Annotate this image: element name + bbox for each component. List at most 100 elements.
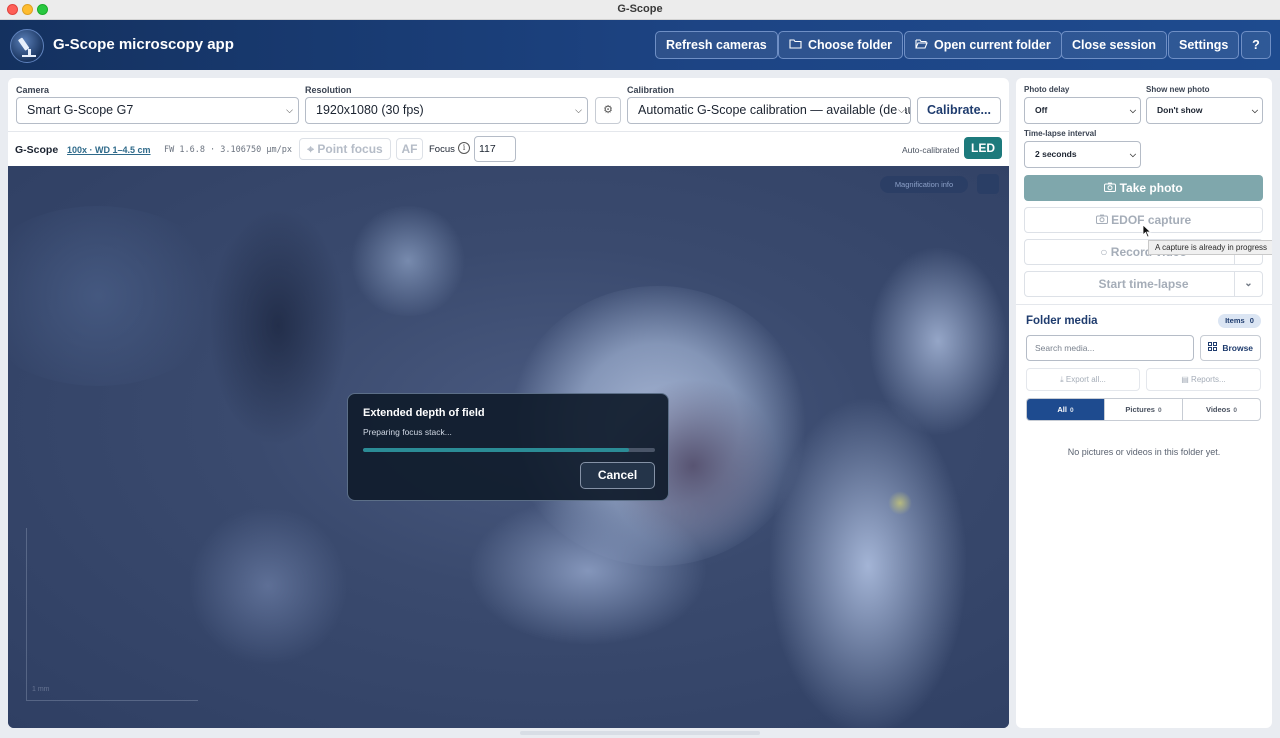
reports-button[interactable]: ▤ Reports... bbox=[1146, 368, 1261, 391]
show-new-photo-select[interactable]: Don't show ⌵ bbox=[1146, 97, 1263, 124]
timelapse-interval-label: Time-lapse interval bbox=[1024, 129, 1097, 138]
camera-icon bbox=[1095, 213, 1111, 227]
photo-delay-label: Photo delay bbox=[1024, 85, 1070, 94]
export-all-label: Export all... bbox=[1065, 375, 1106, 384]
help-label: ? bbox=[1252, 38, 1260, 52]
specimen-blur bbox=[208, 206, 348, 446]
close-session-button[interactable]: Close session bbox=[1061, 31, 1168, 59]
edof-progress-dialog: Extended depth of field Preparing focus … bbox=[347, 393, 669, 501]
tab-count: 0 bbox=[1233, 407, 1238, 414]
refresh-cameras-button[interactable]: Refresh cameras bbox=[655, 31, 778, 59]
tab-label: Videos bbox=[1205, 405, 1231, 414]
camera-live-view[interactable]: Magnification info 1 mm Extended depth o… bbox=[8, 166, 1009, 728]
start-timelapse-button[interactable]: Start time-lapse ⌄ bbox=[1024, 271, 1263, 297]
crosshair-icon: ⌖ bbox=[307, 142, 315, 156]
calibration-select[interactable]: Automatic G-Scope calibration — availabl… bbox=[627, 97, 911, 124]
record-circle-icon: ○ bbox=[1100, 245, 1108, 259]
info-icon[interactable]: i bbox=[458, 142, 470, 154]
gear-icon: ⚙ bbox=[603, 104, 613, 116]
browse-label: Browse bbox=[1222, 343, 1254, 353]
camera-select[interactable]: Smart G-Scope G7 ⌵ bbox=[16, 97, 299, 124]
app-header: G-Scope microscopy app Refresh cameras C… bbox=[0, 20, 1280, 70]
timelapse-options-button[interactable]: ⌄ bbox=[1234, 272, 1262, 296]
calibration-select-value: Automatic G-Scope calibration — availabl… bbox=[638, 103, 911, 117]
close-session-label: Close session bbox=[1072, 38, 1157, 52]
led-toggle-button[interactable]: LED bbox=[964, 137, 1002, 159]
resolution-settings-button[interactable]: ⚙ bbox=[595, 97, 621, 124]
focus-label: Focus bbox=[429, 144, 455, 155]
help-button[interactable]: ? bbox=[1241, 31, 1271, 59]
specimen-blur bbox=[468, 496, 708, 646]
cancel-button[interactable]: Cancel bbox=[580, 462, 655, 489]
grid-icon bbox=[1207, 342, 1219, 353]
chevron-down-icon: ⌵ bbox=[286, 105, 293, 115]
autofocus-button[interactable]: AF bbox=[396, 138, 423, 160]
camera-icon bbox=[1104, 181, 1119, 195]
folder-media-title: Folder media bbox=[1026, 315, 1098, 327]
tab-pictures[interactable]: Pictures 0 bbox=[1104, 399, 1182, 420]
take-photo-button[interactable]: Take photo bbox=[1024, 175, 1263, 201]
items-count-badge: Items 0 bbox=[1218, 314, 1261, 328]
show-new-photo-label: Show new photo bbox=[1146, 85, 1210, 94]
window-title: G-Scope bbox=[617, 3, 663, 15]
tab-videos[interactable]: Videos 0 bbox=[1182, 399, 1260, 420]
scale-bar-vertical bbox=[26, 528, 27, 700]
take-photo-label: Take photo bbox=[1119, 181, 1183, 195]
items-label: Items bbox=[1225, 316, 1245, 325]
settings-button[interactable]: Settings bbox=[1168, 31, 1240, 59]
export-all-button[interactable]: ⤓ Export all... bbox=[1026, 368, 1140, 391]
photo-delay-select[interactable]: Off ⌵ bbox=[1024, 97, 1141, 124]
chevron-down-icon: ⌵ bbox=[1129, 106, 1136, 115]
timelapse-interval-select[interactable]: 2 seconds ⌵ bbox=[1024, 141, 1141, 168]
bottom-scroll-indicator bbox=[520, 731, 760, 735]
media-filter-tabs: All 0 Pictures 0 Videos 0 bbox=[1026, 398, 1261, 421]
calibrate-button[interactable]: Calibrate... bbox=[917, 97, 1001, 124]
resolution-select-value: 1920x1080 (30 fps) bbox=[316, 103, 424, 117]
magnification-link[interactable]: 100x · WD 1–4.5 cm bbox=[67, 145, 151, 155]
fullscreen-button[interactable] bbox=[977, 174, 999, 194]
camera-select-value: Smart G-Scope G7 bbox=[27, 103, 134, 117]
settings-label: Settings bbox=[1179, 38, 1229, 52]
calibration-label: Calibration bbox=[627, 85, 675, 95]
tab-label: All bbox=[1057, 405, 1067, 414]
tab-all[interactable]: All 0 bbox=[1027, 399, 1104, 420]
chevron-down-icon: ⌵ bbox=[897, 98, 905, 123]
resolution-select[interactable]: 1920x1080 (30 fps) ⌵ bbox=[305, 97, 588, 124]
document-icon: ▤ bbox=[1181, 375, 1189, 384]
camera-info-bar: G-Scope 100x · WD 1–4.5 cm FW 1.6.8 · 3.… bbox=[8, 131, 1009, 166]
empty-state-message: No pictures or videos in this folder yet… bbox=[1067, 447, 1221, 457]
tab-count: 0 bbox=[1069, 407, 1074, 414]
media-search-input[interactable]: Search media... bbox=[1026, 335, 1194, 361]
app-title: G-Scope microscopy app bbox=[53, 36, 234, 53]
dialog-title: Extended depth of field bbox=[363, 407, 485, 419]
camera-panel: Camera Smart G-Scope G7 ⌵ Resolution 192… bbox=[8, 78, 1009, 728]
reports-label: Reports... bbox=[1191, 375, 1226, 384]
camera-label: Camera bbox=[16, 85, 50, 95]
photo-delay-value: Off bbox=[1035, 105, 1048, 115]
download-icon: ⤓ bbox=[1060, 375, 1064, 384]
window-titlebar: G-Scope bbox=[0, 0, 1280, 20]
chevron-down-icon: ⌵ bbox=[1251, 106, 1258, 115]
camera-name: G-Scope bbox=[15, 144, 59, 156]
specimen-blur bbox=[888, 491, 912, 515]
folder-icon bbox=[789, 32, 802, 58]
choose-folder-button[interactable]: Choose folder bbox=[778, 31, 904, 59]
focus-input[interactable]: 117 bbox=[474, 136, 516, 162]
chevron-down-icon: ⌄ bbox=[1244, 278, 1253, 289]
specimen-blur bbox=[768, 396, 968, 728]
show-new-photo-value: Don't show bbox=[1157, 105, 1203, 115]
specimen-blur bbox=[188, 506, 348, 666]
point-focus-button[interactable]: ⌖ Point focus bbox=[299, 138, 391, 160]
browse-button[interactable]: Browse bbox=[1200, 335, 1261, 361]
progress-bar bbox=[363, 448, 655, 452]
open-current-folder-button[interactable]: Open current folder bbox=[904, 31, 1062, 59]
tab-count: 0 bbox=[1157, 407, 1162, 414]
scale-bar-label: 1 mm bbox=[32, 686, 50, 693]
firmware-info: FW 1.6.8 · 3.106750 µm/px bbox=[164, 145, 292, 155]
scale-bar-horizontal bbox=[26, 700, 198, 701]
folder-open-icon bbox=[915, 32, 928, 58]
chevron-down-icon: ⌵ bbox=[1129, 150, 1136, 159]
progress-bar-fill bbox=[363, 448, 629, 452]
items-count: 0 bbox=[1249, 316, 1254, 325]
auto-calibrated-status: Auto-calibrated bbox=[902, 145, 960, 155]
